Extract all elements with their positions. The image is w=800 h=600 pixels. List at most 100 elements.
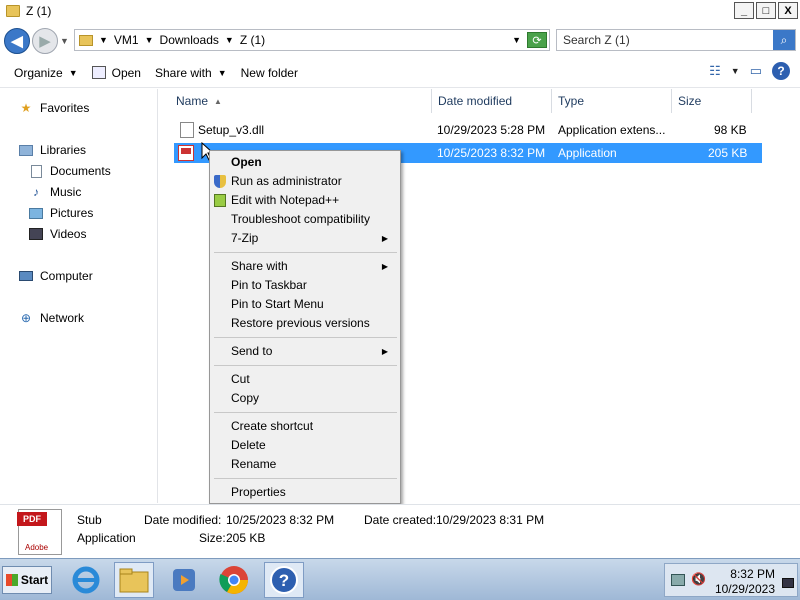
column-header-type[interactable]: Type (552, 89, 672, 113)
column-header-date[interactable]: Date modified (432, 89, 552, 113)
menu-properties[interactable]: Properties (231, 483, 286, 501)
close-button[interactable]: X (778, 2, 798, 19)
file-size: 205 KB (708, 146, 748, 160)
chevron-down-icon[interactable]: ▼ (99, 35, 108, 45)
menu-restore-previous-versions[interactable]: Restore previous versions (231, 314, 370, 332)
details-modified-value: 10/25/2023 8:32 PM (226, 513, 335, 527)
help-button[interactable]: ? (264, 562, 304, 598)
menu-pin-to-taskbar[interactable]: Pin to Taskbar (231, 276, 307, 294)
organize-button[interactable]: Organize ▼ (14, 62, 78, 84)
nav-videos[interactable]: Videos (28, 227, 86, 241)
breadcrumb-vm1[interactable]: VM1 (114, 33, 139, 47)
details-file-type: Application (77, 531, 136, 545)
menu-send-to-label: Send to (231, 344, 273, 358)
nav-pictures-label: Pictures (50, 206, 94, 220)
start-button[interactable]: Start (2, 566, 52, 594)
details-created-label: Date created: (364, 513, 437, 527)
minimize-button[interactable]: _ (734, 2, 754, 19)
search-icon[interactable]: ⌕ (773, 30, 795, 50)
chevron-down-icon[interactable]: ▼ (225, 35, 234, 45)
column-name-label: Name (176, 94, 209, 108)
nav-videos-label: Videos (50, 227, 87, 241)
menu-pin-to-start-menu[interactable]: Pin to Start Menu (231, 295, 324, 313)
internet-explorer-icon (72, 566, 100, 594)
preview-pane-icon[interactable]: ▭ (750, 63, 762, 79)
new-folder-button[interactable]: New folder (241, 62, 298, 84)
refresh-button[interactable]: ⟳ (527, 32, 547, 48)
address-bar-row: ◀ ▶ ▼ ▼ VM1 ▼ Downloads ▼ Z (1) ▼ ⟳ Search … (0, 22, 800, 58)
nav-computer[interactable]: Computer (18, 269, 93, 283)
menu-copy[interactable]: Copy (231, 389, 259, 407)
menu-create-shortcut[interactable]: Create shortcut (231, 417, 313, 435)
internet-explorer-button[interactable] (66, 562, 106, 598)
clock-time: 8:32 PM (730, 567, 775, 581)
recent-pages-dropdown[interactable]: ▼ (60, 36, 69, 46)
menu-share-with[interactable]: Share with ▶ (231, 257, 396, 275)
details-created-value: 10/29/2023 8:31 PM (436, 513, 545, 527)
pdf-file-icon (178, 145, 194, 161)
pictures-icon (28, 206, 44, 220)
chevron-down-icon[interactable]: ▼ (731, 66, 740, 76)
submenu-arrow-icon: ▶ (381, 261, 388, 271)
nav-music-label: Music (50, 185, 82, 199)
windows-explorer-button[interactable] (114, 562, 154, 598)
file-name: Setup_v3.dll (198, 123, 265, 137)
open-button[interactable]: Open (91, 62, 141, 84)
maximize-button[interactable]: □ (756, 2, 776, 19)
breadcrumb-z1[interactable]: Z (1) (240, 33, 265, 47)
address-dropdown[interactable]: ▼ (512, 35, 521, 45)
file-row-setup[interactable]: Setup_v3.dll 10/29/2023 5:28 PM Applicat… (174, 120, 762, 140)
clock[interactable]: 8:32 PM 10/29/2023 (715, 567, 775, 597)
title-bar: Z (1) _ □ X (0, 0, 800, 22)
media-player-icon (173, 569, 195, 591)
views-icon[interactable]: ☷ (709, 63, 721, 79)
documents-icon (28, 164, 44, 178)
show-desktop-icon[interactable] (782, 578, 794, 588)
back-button[interactable]: ◀ (4, 28, 30, 54)
menu-open[interactable]: Open (231, 153, 262, 171)
chrome-button[interactable] (214, 562, 254, 598)
nav-documents[interactable]: Documents (28, 164, 111, 178)
share-with-button[interactable]: Share with ▼ (155, 62, 227, 84)
forward-button[interactable]: ▶ (32, 28, 58, 54)
column-header-size[interactable]: Size (672, 89, 752, 113)
sort-ascending-icon: ▲ (214, 96, 222, 106)
star-icon: ★ (20, 101, 32, 115)
folder-icon (79, 34, 93, 46)
chevron-down-icon: ▼ (68, 67, 78, 78)
folder-icon (6, 5, 20, 17)
nav-network[interactable]: ⊕ Network (18, 311, 84, 325)
nav-favorites[interactable]: ★ Favorites (18, 101, 90, 115)
help-icon[interactable]: ? (772, 62, 790, 80)
nav-music[interactable]: ♪ Music (28, 185, 81, 199)
nav-libraries[interactable]: Libraries (18, 143, 86, 157)
nav-documents-label: Documents (50, 164, 111, 178)
menu-troubleshoot-compatibility[interactable]: Troubleshoot compatibility (231, 210, 370, 228)
menu-7zip-label: 7-Zip (231, 231, 259, 245)
menu-cut[interactable]: Cut (231, 370, 250, 388)
chevron-down-icon[interactable]: ▼ (145, 35, 154, 45)
menu-separator (214, 478, 397, 479)
system-tray: 🔇 8:32 PM 10/29/2023 (664, 563, 798, 597)
nav-network-label: Network (40, 311, 85, 325)
media-player-button[interactable] (164, 562, 204, 598)
search-input[interactable]: Search Z (1) ⌕ (556, 29, 796, 51)
menu-run-as-administrator[interactable]: Run as administrator (231, 172, 342, 190)
nav-pictures[interactable]: Pictures (28, 206, 93, 220)
address-bar[interactable]: ▼ VM1 ▼ Downloads ▼ Z (1) ▼ ⟳ (74, 29, 550, 51)
volume-muted-icon[interactable]: 🔇 (691, 572, 706, 586)
menu-7zip[interactable]: 7-Zip ▶ (231, 229, 396, 247)
details-size-label: Size: (199, 531, 226, 545)
menu-edit-with-notepad[interactable]: Edit with Notepad++ (231, 191, 339, 209)
windows-logo-icon (5, 574, 18, 586)
menu-separator (214, 337, 397, 338)
menu-rename[interactable]: Rename (231, 455, 276, 473)
window-controls: _ □ X (734, 2, 798, 19)
breadcrumb-downloads[interactable]: Downloads (160, 33, 219, 47)
menu-send-to[interactable]: Send to ▶ (231, 342, 396, 360)
network-status-icon[interactable] (671, 574, 685, 586)
column-header-name[interactable]: Name ▲ (170, 89, 432, 113)
menu-delete[interactable]: Delete (231, 436, 266, 454)
chrome-icon (219, 566, 248, 594)
music-icon: ♪ (33, 185, 39, 199)
